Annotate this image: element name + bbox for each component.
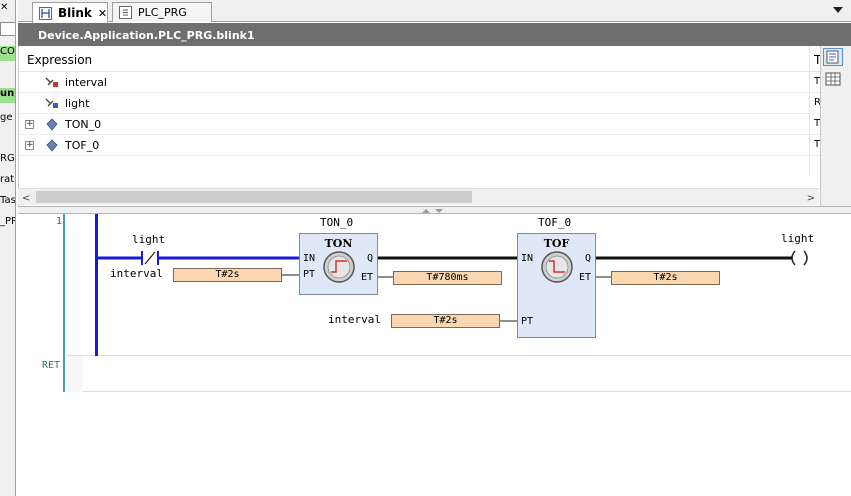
tof-pin-in: IN [521, 253, 534, 264]
tof-pin-pt: PT [521, 316, 534, 327]
ladder-pou-icon [39, 6, 52, 20]
horizontal-scrollbar[interactable]: < > [18, 188, 819, 205]
timer-clock-icon [323, 251, 355, 283]
scroll-left-icon[interactable]: < [22, 193, 30, 204]
table-header: Expression T [19, 48, 820, 72]
instance-icon [45, 139, 59, 152]
collapse-arrow-icon[interactable]: ✕ [0, 2, 15, 13]
tof-instance-name[interactable]: TOF_0 [538, 216, 571, 229]
tab-list-dropdown-icon[interactable] [833, 7, 843, 13]
column-header-expression[interactable]: Expression [27, 53, 92, 67]
variable-name: interval [65, 76, 107, 89]
input-variable-icon [45, 76, 59, 89]
tof-type-label: TOF [543, 237, 570, 250]
tab-label: Blink [58, 6, 92, 20]
tof-pt-variable[interactable]: interval [328, 313, 381, 326]
pane-splitter[interactable] [18, 206, 851, 214]
tab-blink[interactable]: Blink ✕ [32, 2, 108, 23]
list-view-button[interactable] [823, 48, 843, 66]
table-row[interactable]: light R [19, 93, 820, 114]
tab-label: PLC_PRG [138, 6, 187, 19]
negated-contact-light [139, 251, 159, 265]
ladder-editor[interactable]: 1 RET light TON_0 TON IN PT Q ET interva… [18, 214, 851, 496]
editor-tab-strip: Blink ✕ PLC_PRG [18, 0, 851, 23]
coil-variable[interactable]: light [781, 232, 814, 245]
tab-plc-prg[interactable]: PLC_PRG [112, 2, 212, 22]
tof-function-block[interactable]: TOF IN PT Q ET [517, 233, 596, 338]
expand-icon[interactable]: + [25, 141, 34, 150]
dropdown-box[interactable] [0, 22, 15, 36]
view-toolbar [820, 46, 851, 206]
tree-fragment[interactable]: rat [0, 174, 15, 185]
tree-fragment[interactable]: ge [0, 112, 15, 123]
variable-name: TOF_0 [65, 139, 100, 152]
tree-fragment[interactable]: Tas [0, 195, 15, 206]
ton-pin-q: Q [366, 253, 373, 264]
ton-et-value[interactable]: T#780ms [393, 271, 502, 285]
coil-light [791, 250, 808, 266]
tree-fragment[interactable]: RG) [0, 153, 15, 164]
device-tree-pane[interactable]: ✕ CO un] ge RG) rat Tas _PR [0, 0, 16, 496]
table-row[interactable]: interval T [19, 72, 820, 93]
tree-fragment[interactable]: _PR [0, 216, 15, 227]
table-row[interactable]: + TON_0 T [19, 114, 820, 135]
ton-function-block[interactable]: TON IN PT Q ET [299, 233, 378, 295]
ton-pin-in: IN [303, 253, 316, 264]
ton-pt-value[interactable]: T#2s [173, 268, 282, 282]
scroll-right-icon[interactable]: > [807, 193, 815, 204]
timer-clock-icon [541, 251, 573, 283]
watch-table[interactable]: Expression T interval T light R + TON_0 … [18, 46, 820, 206]
scrollbar-thumb[interactable] [36, 191, 472, 203]
tree-fragment[interactable]: un] [0, 88, 15, 103]
variable-name: light [65, 97, 90, 110]
tree-fragment[interactable]: CO [0, 46, 15, 61]
tof-pin-q: Q [584, 253, 591, 264]
variable-name: TON_0 [65, 118, 102, 131]
tof-et-value[interactable]: T#2s [611, 271, 720, 285]
tof-pin-et: ET [578, 272, 591, 283]
ton-type-label: TON [324, 237, 353, 250]
close-icon[interactable]: ✕ [98, 7, 107, 20]
output-variable-icon [45, 97, 59, 110]
table-view-icon [825, 72, 841, 86]
list-view-icon [826, 50, 839, 64]
ton-pt-variable[interactable]: interval [110, 267, 163, 280]
tof-pt-value[interactable]: T#2s [391, 314, 500, 328]
ton-instance-name[interactable]: TON_0 [320, 216, 353, 229]
table-view-button[interactable] [823, 70, 843, 88]
instance-path-title: Device.Application.PLC_PRG.blink1 [18, 23, 851, 46]
codesys-editor: ✕ CO un] ge RG) rat Tas _PR Blink ✕ PLC_… [0, 0, 851, 496]
ton-pin-pt: PT [303, 269, 316, 280]
instance-icon [45, 118, 59, 131]
pou-icon [119, 6, 132, 19]
table-row[interactable]: + TOF_0 T [19, 135, 820, 156]
ton-pin-et: ET [360, 272, 373, 283]
contact-variable[interactable]: light [132, 233, 165, 246]
expand-icon[interactable]: + [25, 120, 34, 129]
